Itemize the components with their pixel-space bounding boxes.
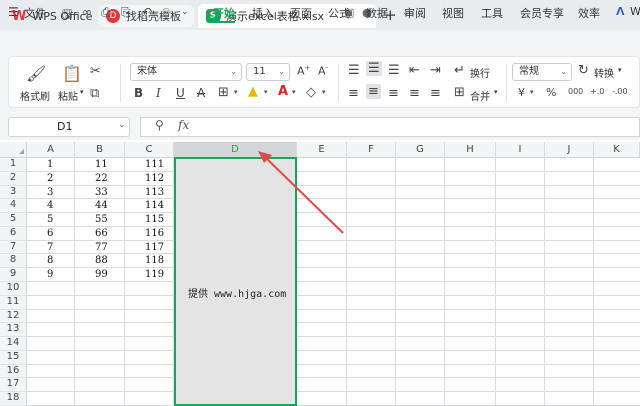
annotation-arrow-icon (258, 151, 344, 234)
